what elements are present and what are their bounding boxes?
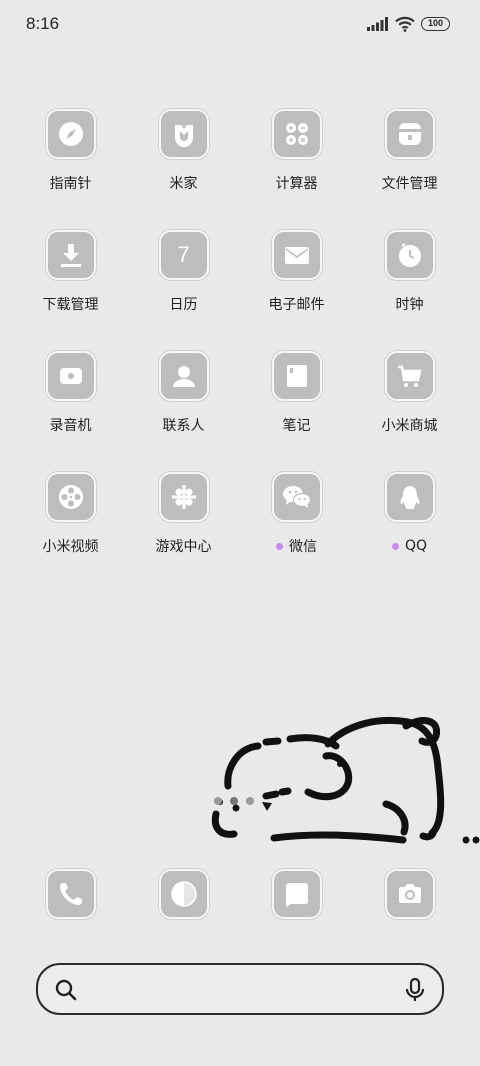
email-icon[interactable] xyxy=(271,230,322,280)
app-recorder[interactable]: 录音机 xyxy=(14,351,127,435)
notification-dot xyxy=(391,542,399,550)
app-email[interactable]: 电子邮件 xyxy=(240,230,353,314)
file-manager-icon[interactable] xyxy=(384,109,435,159)
app-calendar[interactable]: 7 日历 xyxy=(127,230,240,314)
microphone-icon[interactable] xyxy=(404,977,426,1003)
status-icons: 100 xyxy=(367,16,450,32)
search-icon[interactable] xyxy=(54,978,78,1002)
clock-icon[interactable] xyxy=(384,230,435,280)
shop-cart-icon[interactable] xyxy=(384,351,435,401)
app-notes[interactable]: 笔记 xyxy=(240,351,353,435)
notification-dot xyxy=(276,542,283,550)
app-label: 米家 xyxy=(169,176,198,192)
app-label: 电子邮件 xyxy=(268,297,325,313)
app-label: 笔记 xyxy=(282,418,311,434)
download-icon[interactable] xyxy=(45,230,96,280)
page-dot-active xyxy=(230,797,238,805)
app-file-manager[interactable]: 文件管理 xyxy=(353,109,466,193)
app-label: 文件管理 xyxy=(381,176,438,192)
wifi-icon xyxy=(395,16,415,32)
compass-icon[interactable] xyxy=(45,109,96,159)
app-label: 游戏中心 xyxy=(155,539,212,555)
signal-icon xyxy=(367,17,388,31)
app-label: 计算器 xyxy=(275,176,318,192)
app-label: QQ xyxy=(391,536,427,556)
contacts-icon[interactable] xyxy=(158,351,209,401)
video-reel-icon[interactable] xyxy=(45,472,96,522)
battery-icon: 100 xyxy=(421,17,450,31)
app-label: 小米视频 xyxy=(42,539,99,555)
browser-icon[interactable] xyxy=(158,869,209,919)
app-qq[interactable]: QQ xyxy=(353,472,466,556)
app-mi-video[interactable]: 小米视频 xyxy=(14,472,127,556)
app-download[interactable]: 下载管理 xyxy=(14,230,127,314)
app-contacts[interactable]: 联系人 xyxy=(127,351,240,435)
app-label: 小米商城 xyxy=(381,418,438,434)
camera-icon[interactable] xyxy=(384,869,435,919)
app-label: 微信 xyxy=(276,536,317,556)
calendar-date: 7 xyxy=(177,242,190,267)
page-dot xyxy=(246,797,254,805)
app-label: 指南针 xyxy=(49,176,92,192)
app-label: 联系人 xyxy=(162,418,205,434)
app-mijia[interactable]: 米家 xyxy=(127,109,240,193)
search-bar[interactable] xyxy=(36,963,444,1015)
notes-icon[interactable] xyxy=(271,351,322,401)
app-game-center[interactable]: 游戏中心 xyxy=(127,472,240,556)
recorder-icon[interactable] xyxy=(45,351,96,401)
app-label: 日历 xyxy=(169,297,198,313)
game-center-icon[interactable] xyxy=(158,472,209,522)
app-label: 下载管理 xyxy=(42,297,99,313)
app-clock[interactable]: 时钟 xyxy=(353,230,466,314)
dock xyxy=(14,869,466,919)
wechat-icon[interactable] xyxy=(271,472,322,522)
page-dot xyxy=(214,797,222,805)
mijia-icon[interactable] xyxy=(158,109,209,159)
app-label: 时钟 xyxy=(395,297,424,313)
app-calculator[interactable]: 计算器 xyxy=(240,109,353,193)
phone-icon[interactable] xyxy=(45,869,96,919)
wallpaper-dog-drawing xyxy=(211,716,480,844)
messages-icon[interactable] xyxy=(271,869,322,919)
app-compass[interactable]: 指南针 xyxy=(14,109,127,193)
calculator-icon[interactable] xyxy=(271,109,322,159)
status-time: 8:16 xyxy=(26,14,60,33)
app-mi-store[interactable]: 小米商城 xyxy=(353,351,466,435)
app-label: 录音机 xyxy=(49,418,92,434)
status-bar: 8:16 100 xyxy=(0,0,480,50)
app-grid: 指南针 米家 计算器 文件管理 下载管理 7 日历 电子邮件 时钟 录音机 联系… xyxy=(14,109,466,556)
calendar-icon[interactable]: 7 xyxy=(158,230,209,280)
qq-penguin-icon[interactable] xyxy=(384,472,435,522)
app-wechat[interactable]: 微信 xyxy=(240,472,353,556)
page-indicator xyxy=(214,797,254,805)
